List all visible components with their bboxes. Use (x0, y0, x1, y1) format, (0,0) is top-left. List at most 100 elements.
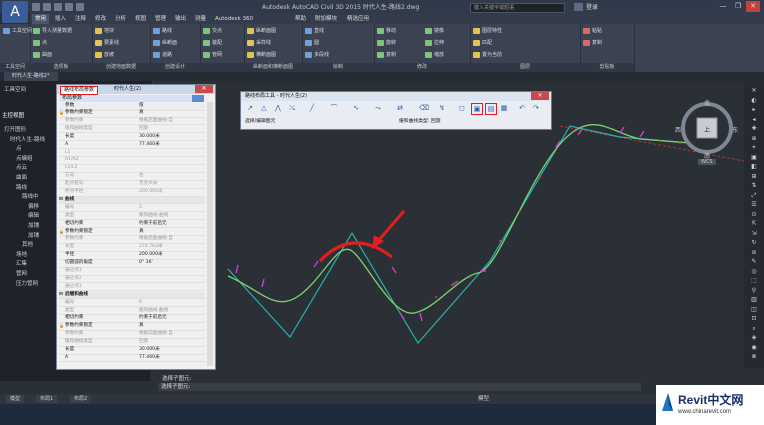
redo-icon[interactable]: ↷ (531, 103, 541, 113)
property-row[interactable]: 相切约束 约束于前后元 (59, 315, 205, 323)
nav-tool-icon[interactable]: ▣ (749, 154, 759, 162)
property-row[interactable]: 半径 200.000米 (59, 252, 205, 260)
ribbon-tab[interactable]: 常用 (32, 14, 50, 24)
property-row[interactable]: A 77.460米 (59, 142, 205, 150)
nav-tool-icon[interactable]: ⇲ (749, 230, 759, 238)
property-value[interactable]: 0° 36' (139, 260, 153, 267)
ribbon-button[interactable]: 图层特性 (473, 27, 502, 35)
nav-tool-icon[interactable]: ⊘ (749, 249, 759, 257)
ribbon-button[interactable]: 多段线 (305, 51, 329, 59)
viewcube-east[interactable]: 东 (732, 125, 738, 134)
nav-tool-icon[interactable]: ⊙ (749, 211, 759, 219)
ribbon-button[interactable]: 置为当前 (473, 51, 502, 59)
property-row[interactable]: L1/L2 (59, 165, 205, 173)
tree-item[interactable]: 点云 (16, 163, 27, 171)
tree-item[interactable]: 打开图形 (4, 125, 26, 133)
curve-spiral-icon[interactable]: ⤳ (373, 103, 383, 113)
ribbon-tab[interactable]: 分析 (112, 14, 129, 24)
ribbon-button[interactable]: 纵断面 (153, 39, 177, 47)
property-row[interactable]: 类型 缓和曲线-曲线 (59, 213, 205, 221)
property-row[interactable]: 通过点1 (59, 268, 205, 276)
tree-item[interactable]: 汇集 (16, 259, 27, 267)
ribbon-button[interactable]: 镜像 (425, 27, 444, 35)
reverse-icon[interactable]: ⇄ (395, 103, 405, 113)
grid-view-icon[interactable] (192, 95, 204, 102)
nav-tool-icon[interactable]: ◎ (749, 268, 759, 276)
ribbon-button[interactable]: 复制 (377, 51, 396, 59)
property-value[interactable]: 200.000米 (139, 252, 163, 259)
property-row[interactable]: 类型 缓和曲线-曲线 (59, 308, 205, 316)
lock-icon[interactable]: 🔒 (59, 110, 64, 117)
property-section[interactable]: ⊟ 曲线 (59, 196, 205, 205)
ribbon-button[interactable]: 移动 (377, 27, 396, 35)
nav-tool-icon[interactable]: ⊗ (749, 353, 759, 361)
tree-item[interactable]: 编辑 (28, 211, 39, 219)
ribbon-button[interactable]: 曲面 (33, 51, 52, 59)
nav-tool-icon[interactable]: ⌕ (749, 325, 759, 333)
ribbon-button[interactable]: 要素线 (95, 39, 119, 47)
panel-scrollbar[interactable] (207, 102, 213, 366)
property-value[interactable]: 77.460米 (139, 142, 160, 149)
close-icon[interactable]: ✕ (531, 92, 549, 100)
property-value[interactable]: 77.460米 (139, 355, 160, 362)
subentity-editor-icon[interactable]: ▤ (485, 103, 497, 115)
ribbon-button[interactable]: 交点 (203, 27, 222, 35)
undo-icon[interactable]: ↶ (517, 103, 527, 113)
quick-access-save-icon[interactable] (54, 3, 62, 11)
property-row[interactable]: 编号 5 (59, 205, 205, 213)
tab-layout-parameters[interactable]: 路线布局参数 (60, 86, 99, 95)
tree-item[interactable]: 时代人生-路线 (10, 135, 45, 143)
tree-item[interactable]: 管网 (16, 269, 27, 277)
quick-access-new-icon[interactable] (32, 3, 40, 11)
property-row[interactable]: A 77.460米 (59, 355, 205, 363)
nav-tool-icon[interactable]: ⊕ (749, 135, 759, 143)
ribbon-tab[interactable]: 修改 (92, 14, 109, 24)
nav-tool-icon[interactable]: ⇅ (749, 182, 759, 190)
viewcube-top[interactable]: 上 (704, 125, 710, 134)
ribbon-button[interactable]: 放坡 (95, 51, 114, 59)
application-menu-button[interactable]: A (2, 1, 28, 23)
nav-tool-icon[interactable]: ⇱ (749, 220, 759, 228)
close-button[interactable]: ✕ (746, 1, 760, 12)
viewcube[interactable]: 北 南 东 西 上 WCS (672, 96, 742, 166)
ribbon-tab[interactable]: 注释 (72, 14, 89, 24)
minimize-button[interactable]: — (716, 1, 730, 12)
nav-tool-icon[interactable]: ✚ (749, 125, 759, 133)
ribbon-button[interactable]: 粘贴 (583, 27, 602, 35)
selected-curve-highlight[interactable] (318, 241, 393, 263)
ribbon-button[interactable]: 管网 (203, 51, 222, 59)
nav-tool-icon[interactable]: ⊞ (749, 173, 759, 181)
nav-tool-icon[interactable]: ⬚ (749, 277, 759, 285)
nav-tool-icon[interactable]: ◂ (749, 116, 759, 124)
ribbon-button[interactable]: 横断面图 (247, 51, 276, 59)
nav-tool-icon[interactable]: ✎ (749, 258, 759, 266)
tree-item[interactable]: 场地 (16, 250, 27, 258)
collapse-icon[interactable]: ⊟ (59, 197, 63, 204)
ribbon-tab[interactable]: 帮助 (292, 14, 309, 24)
nav-tool-icon[interactable]: ▸ (749, 106, 759, 114)
property-section[interactable]: ⊟ 后缓和曲线 (59, 291, 205, 300)
nav-tool-icon[interactable]: ▥ (749, 296, 759, 304)
ribbon-button[interactable]: 装配 (203, 39, 222, 47)
layout-tab-1[interactable]: 布局1 (36, 395, 58, 403)
tree-item[interactable]: 偏移 (28, 202, 39, 210)
nav-tool-icon[interactable]: ◈ (749, 334, 759, 342)
wcs-menu[interactable]: WCS (698, 159, 716, 165)
ribbon-button[interactable]: 圆 (305, 39, 319, 47)
property-row[interactable]: 参数约束 根据后面曲线-自 (59, 118, 205, 126)
insert-pi-icon[interactable]: ⋀ (273, 103, 283, 113)
quick-access-open-icon[interactable] (43, 3, 51, 11)
model-space-toggle[interactable]: 模型 (478, 395, 489, 403)
viewcube-north[interactable]: 北 (704, 98, 710, 107)
property-row[interactable]: 起点桩号 无穷大米 (59, 181, 205, 189)
property-row[interactable]: L1 (59, 150, 205, 158)
property-row[interactable]: 长度 30.000米 (59, 134, 205, 142)
tree-item[interactable]: 点编组 (16, 154, 33, 162)
property-value[interactable]: 约束于前后元 (139, 221, 167, 228)
tree-item[interactable]: 路线 (16, 183, 27, 191)
quick-access-undo-icon[interactable] (65, 3, 73, 11)
ribbon-tab[interactable]: Autodesk 360 (212, 14, 256, 24)
ribbon-button[interactable]: 导入测量数据 (33, 27, 72, 35)
nav-tool-icon[interactable]: ⌖ (749, 144, 759, 152)
ribbon-button[interactable]: 路线 (153, 27, 172, 35)
